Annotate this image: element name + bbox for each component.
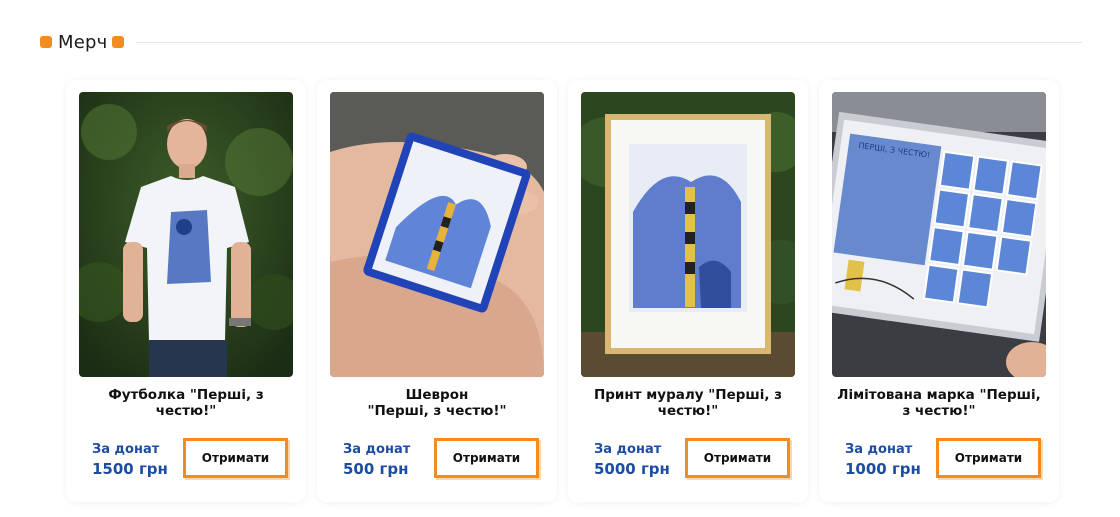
section-title: Мерч [58, 31, 108, 53]
get-button[interactable]: Отримати [936, 438, 1041, 478]
price-block: За донат 1000 грн [845, 442, 921, 479]
t-shirt-photo[interactable] [79, 92, 293, 377]
orange-dot-icon [112, 36, 125, 48]
product-card: ПЕРШІ, З ЧЕСТЮ! Лімітована марка "Перші,… [819, 80, 1059, 502]
price-label: За донат [343, 442, 411, 457]
product-title: Шеврон "Перші, з честю!" [367, 387, 507, 419]
product-card: Шеврон "Перші, з честю!" За донат 500 гр… [317, 80, 557, 502]
price-block: За донат 5000 грн [594, 442, 670, 479]
divider-line [136, 41, 1082, 43]
get-button[interactable]: Отримати [685, 438, 790, 478]
framed-print-photo[interactable] [581, 92, 795, 377]
price-value: 5000 грн [594, 460, 670, 478]
price-label: За донат [92, 442, 160, 457]
stamp-sheet-photo[interactable]: ПЕРШІ, З ЧЕСТЮ! [832, 92, 1046, 377]
price-block: За донат 1500 грн [92, 442, 168, 479]
product-grid: Футболка "Перші, з честю!" За донат 1500… [66, 80, 1059, 502]
product-card: Принт муралу "Перші, з честю!" За донат … [568, 80, 808, 502]
price-label: За донат [594, 442, 662, 457]
price-label: За донат [845, 442, 913, 457]
product-title: Футболка "Перші, з честю!" [108, 387, 264, 419]
price-block: За донат 500 грн [343, 442, 410, 479]
product-title: Принт муралу "Перші, з честю!" [593, 387, 783, 419]
section-header: Мерч [40, 30, 1082, 54]
price-value: 1000 грн [845, 460, 921, 478]
product-title: Лімітована марка "Перші, з честю!" [837, 387, 1041, 419]
get-button[interactable]: Отримати [434, 438, 539, 478]
price-value: 1500 грн [92, 460, 168, 478]
chevron-patch-photo[interactable] [330, 92, 544, 377]
price-value: 500 грн [343, 460, 409, 478]
product-card: Футболка "Перші, з честю!" За донат 1500… [66, 80, 306, 502]
get-button[interactable]: Отримати [183, 438, 288, 478]
orange-dot-icon [40, 36, 52, 48]
